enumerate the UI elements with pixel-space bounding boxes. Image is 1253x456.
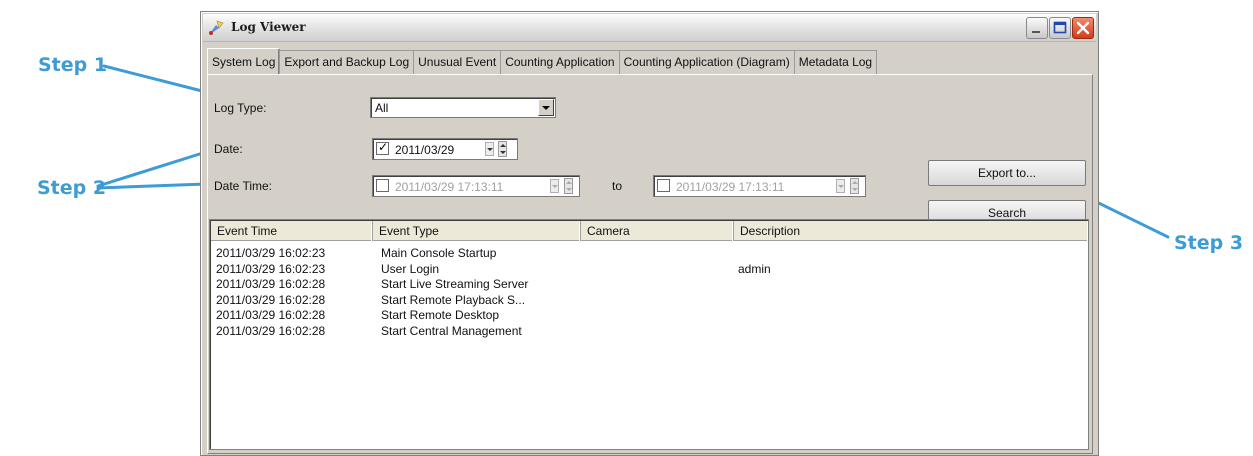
datetime-to-checkbox[interactable] (657, 179, 670, 192)
tab-export-and-backup-log[interactable]: Export and Backup Log (280, 50, 415, 74)
log-type-select[interactable]: All (370, 97, 556, 118)
column-header-camera[interactable]: Camera (581, 221, 734, 241)
maximize-icon (1053, 21, 1067, 34)
date-picker[interactable]: ✓ 2011/03/29 (372, 138, 518, 160)
tab-bar: System Log Export and Backup Log Unusual… (207, 48, 878, 74)
cell-event-type: Main Console Startup (381, 246, 497, 260)
cell-event-type: Start Remote Desktop (381, 308, 500, 322)
step-2-arrow-datetime (96, 182, 208, 190)
step-2-arrow-date (96, 150, 208, 188)
column-header-description[interactable]: Description (734, 221, 1088, 241)
datetime-label: Date Time: (214, 179, 273, 193)
minimize-icon (1032, 31, 1040, 33)
datetime-to-picker[interactable]: 2011/03/29 17:13:11 (653, 175, 866, 197)
datetime-from-spinner[interactable] (564, 178, 573, 194)
date-checkbox[interactable]: ✓ (376, 140, 389, 155)
datetime-to-spinner[interactable] (850, 178, 859, 194)
tab-metadata-log[interactable]: Metadata Log (794, 50, 878, 74)
log-type-value: All (375, 101, 389, 115)
datetime-to-value: 2011/03/29 17:13:11 (676, 180, 785, 194)
cell-event-type: Start Central Management (381, 323, 522, 338)
cell-event-time: 2011/03/29 16:02:28 (216, 308, 326, 322)
cell-event-type: Start Remote Playback S... (381, 292, 526, 307)
tab-unusual-event[interactable]: Unusual Event (414, 50, 502, 74)
cell-event-time: 2011/03/29 16:02:28 (216, 277, 326, 291)
column-header-event-type[interactable]: Event Type (373, 221, 581, 241)
cell-event-time: 2011/03/29 16:02:28 (216, 323, 326, 338)
cell-event-type: Start Live Streaming Server (381, 277, 529, 291)
datetime-to-label: to (612, 179, 623, 193)
log-list-header: Event Time Event Type Camera Description (211, 221, 1087, 241)
title-bar: Log Viewer (203, 14, 1096, 42)
log-list[interactable]: Event Time Event Type Camera Description… (209, 219, 1089, 450)
maximize-button[interactable] (1049, 17, 1071, 39)
cell-event-time: 2011/03/29 16:02:28 (216, 292, 326, 307)
datetime-from-checkbox[interactable] (376, 179, 389, 192)
minimize-button[interactable] (1026, 17, 1048, 39)
tab-system-log[interactable]: System Log (207, 48, 281, 74)
export-to-button[interactable]: Export to... (928, 160, 1086, 186)
date-dropdown-icon[interactable] (485, 142, 494, 156)
log-viewer-icon (209, 20, 224, 35)
column-header-event-time[interactable]: Event Time (211, 221, 373, 241)
date-value: 2011/03/29 (395, 143, 455, 157)
cell-event-type: User Login (381, 261, 440, 276)
chevron-down-icon[interactable] (538, 99, 554, 116)
tab-counting-application[interactable]: Counting Application (501, 50, 620, 74)
cell-event-time: 2011/03/29 16:02:23 (216, 261, 326, 276)
datetime-from-value: 2011/03/29 17:13:11 (395, 180, 504, 194)
datetime-to-dropdown-icon[interactable] (836, 179, 845, 193)
close-button[interactable] (1072, 17, 1094, 39)
close-icon (1076, 21, 1090, 35)
checkmark-icon: ✓ (378, 140, 389, 154)
step-3-callout: Step 3 (1174, 232, 1244, 254)
date-label: Date: (214, 142, 243, 156)
window-title: Log Viewer (231, 20, 306, 34)
step-1-callout: Step 1 (38, 54, 108, 76)
datetime-from-dropdown-icon[interactable] (550, 179, 559, 193)
cell-event-time: 2011/03/29 16:02:23 (216, 246, 326, 260)
cell-description: admin (738, 261, 771, 276)
step-1-arrow (102, 64, 208, 94)
step-2-callout: Step 2 (37, 177, 107, 199)
log-type-label: Log Type: (214, 101, 267, 115)
date-spinner[interactable] (498, 141, 507, 157)
datetime-from-picker[interactable]: 2011/03/29 17:13:11 (372, 175, 580, 197)
tab-counting-application-diagram[interactable]: Counting Application (Diagram) (619, 50, 795, 74)
